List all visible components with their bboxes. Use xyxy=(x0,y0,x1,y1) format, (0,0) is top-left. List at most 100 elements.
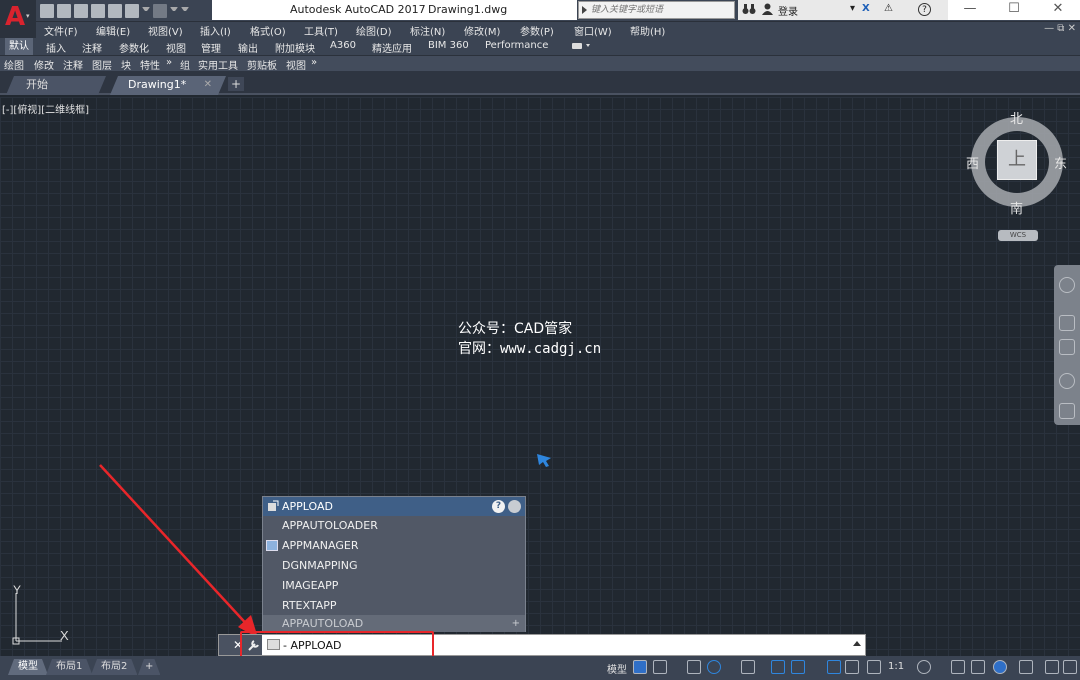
annotation-visibility-icon[interactable] xyxy=(827,660,841,674)
open-file-icon[interactable] xyxy=(57,4,71,18)
redo-dropdown-icon[interactable] xyxy=(170,7,178,15)
compass-west[interactable]: 西 xyxy=(966,153,979,172)
workspace-gear-icon[interactable] xyxy=(917,660,931,674)
zoom-extents-icon[interactable] xyxy=(1059,339,1075,355)
panel-modify[interactable]: 修改 xyxy=(34,57,54,72)
panel-draw[interactable]: 绘图 xyxy=(4,57,24,72)
pan-hand-icon[interactable] xyxy=(1059,315,1075,331)
panel-block[interactable]: 块 xyxy=(121,57,131,72)
tab-model[interactable]: 模型 xyxy=(8,659,48,675)
ribbon-tab-parametric[interactable]: 参数化 xyxy=(119,40,149,55)
panel-layers[interactable]: 图层 xyxy=(92,57,112,72)
grid-icon[interactable] xyxy=(633,660,647,674)
autocomplete-system-variable[interactable]: APPAUTOLOAD + xyxy=(263,615,525,632)
panel-expand-icon[interactable]: » xyxy=(166,57,172,68)
ribbon-tab-manage[interactable]: 管理 xyxy=(201,40,221,55)
tab-layout2[interactable]: 布局2 xyxy=(91,659,137,675)
tab-close-icon[interactable]: ✕ xyxy=(204,76,212,93)
new-file-icon[interactable] xyxy=(40,4,54,18)
redo-icon[interactable] xyxy=(153,4,167,18)
tab-drawing1[interactable]: Drawing1* ✕ xyxy=(110,76,226,95)
orbit-icon[interactable] xyxy=(1059,373,1075,389)
search-expand-icon[interactable] xyxy=(582,6,587,14)
search-input[interactable] xyxy=(591,3,731,17)
menu-draw[interactable]: 绘图(D) xyxy=(356,23,392,38)
undo-dropdown-icon[interactable] xyxy=(142,7,150,15)
steering-wheel-icon[interactable] xyxy=(1059,277,1075,293)
object-snap-tracking-icon[interactable] xyxy=(771,660,785,674)
login-dropdown-icon[interactable]: ▾ xyxy=(850,3,855,14)
panel-view[interactable]: 视图 xyxy=(286,57,306,72)
menu-dimension[interactable]: 标注(N) xyxy=(410,23,445,38)
snap-icon[interactable] xyxy=(653,660,667,674)
clean-screen-icon[interactable] xyxy=(1045,660,1059,674)
tab-layout1[interactable]: 布局1 xyxy=(46,659,92,675)
isometric-icon[interactable] xyxy=(741,660,755,674)
customize-qat-icon[interactable] xyxy=(181,7,189,15)
menu-file[interactable]: 文件(F) xyxy=(44,23,78,38)
object-snap-icon[interactable] xyxy=(791,660,805,674)
ribbon-tab-annotate[interactable]: 注释 xyxy=(82,40,102,55)
ribbon-display-toggle-icon[interactable] xyxy=(572,41,592,51)
undo-icon[interactable] xyxy=(125,4,139,18)
ribbon-tab-view[interactable]: 视图 xyxy=(166,40,186,55)
viewcube[interactable]: 上 北 南 西 东 WCS xyxy=(962,107,1072,247)
annotation-scale-icon[interactable] xyxy=(867,660,881,674)
auto-scale-icon[interactable] xyxy=(845,660,859,674)
polar-tracking-icon[interactable] xyxy=(707,660,721,674)
command-line-grip[interactable] xyxy=(219,635,231,655)
ribbon-tab-home[interactable]: 默认 xyxy=(5,38,33,55)
save-as-icon[interactable] xyxy=(91,4,105,18)
menu-modify[interactable]: 修改(M) xyxy=(464,23,500,38)
maximize-icon[interactable]: ☐ xyxy=(992,1,1036,16)
autocomplete-item[interactable]: IMAGEAPP xyxy=(282,579,338,592)
help-icon[interactable]: ? xyxy=(492,500,505,513)
annotation-scale-value[interactable]: 1:1 xyxy=(888,661,904,672)
menu-edit[interactable]: 编辑(E) xyxy=(96,23,130,38)
viewport-controls[interactable]: [-][俯视][二维线框] xyxy=(2,101,89,116)
compass-east[interactable]: 东 xyxy=(1054,153,1067,172)
tab-start[interactable]: 开始 xyxy=(6,76,106,95)
save-icon[interactable] xyxy=(74,4,88,18)
binoculars-icon[interactable] xyxy=(742,3,756,18)
menu-tools[interactable]: 工具(T) xyxy=(304,23,338,38)
minimize-icon[interactable]: — xyxy=(948,1,992,16)
menu-insert[interactable]: 插入(I) xyxy=(200,23,231,38)
add-layout-button[interactable]: + xyxy=(138,659,160,675)
panel-annotate[interactable]: 注释 xyxy=(63,57,83,72)
a360-connect-icon[interactable]: ⚠ xyxy=(884,3,893,14)
exchange-apps-icon[interactable]: X xyxy=(862,3,870,14)
autocomplete-item[interactable]: APPAUTOLOADER xyxy=(282,519,378,532)
menu-view[interactable]: 视图(V) xyxy=(148,23,183,38)
close-icon[interactable]: ✕ xyxy=(1036,1,1080,16)
annotation-monitor-icon[interactable] xyxy=(951,660,965,674)
wcs-menu[interactable]: WCS xyxy=(998,230,1038,241)
quick-properties-icon[interactable] xyxy=(993,660,1007,674)
expand-icon[interactable]: + xyxy=(512,615,520,632)
internet-search-icon[interactable] xyxy=(508,500,521,513)
panel-properties[interactable]: 特性 xyxy=(140,57,160,72)
application-menu-button[interactable]: A ▾ xyxy=(0,0,36,38)
ribbon-tab-a360[interactable]: A360 xyxy=(330,40,356,51)
menu-window[interactable]: 窗口(W) xyxy=(574,23,612,38)
drawing-canvas[interactable]: [-][俯视][二维线框] 上 北 南 西 东 WCS 公众号：CAD管家 官网… xyxy=(0,97,1080,656)
menu-parametric[interactable]: 参数(P) xyxy=(520,23,554,38)
user-icon[interactable] xyxy=(762,3,773,18)
ribbon-tab-output[interactable]: 输出 xyxy=(238,40,258,55)
compass-north[interactable]: 北 xyxy=(1010,108,1023,127)
ribbon-tab-addins[interactable]: 附加模块 xyxy=(275,40,315,55)
showmotion-icon[interactable] xyxy=(1059,403,1075,419)
ribbon-tab-insert[interactable]: 插入 xyxy=(46,40,66,55)
model-space-toggle[interactable]: 模型 xyxy=(607,661,627,676)
new-tab-button[interactable]: + xyxy=(228,77,244,91)
search-box[interactable] xyxy=(578,1,735,19)
ortho-icon[interactable] xyxy=(687,660,701,674)
hardware-acceleration-icon[interactable] xyxy=(1019,660,1033,674)
autocomplete-header[interactable]: APPLOAD ? xyxy=(263,497,525,516)
autocomplete-item[interactable]: RTEXTAPP xyxy=(282,599,337,612)
print-icon[interactable] xyxy=(108,4,122,18)
viewcube-top-face[interactable]: 上 xyxy=(997,140,1037,180)
units-icon[interactable] xyxy=(971,660,985,674)
help-icon[interactable]: ? xyxy=(918,3,931,16)
ribbon-tab-featured-apps[interactable]: 精选应用 xyxy=(372,40,412,55)
